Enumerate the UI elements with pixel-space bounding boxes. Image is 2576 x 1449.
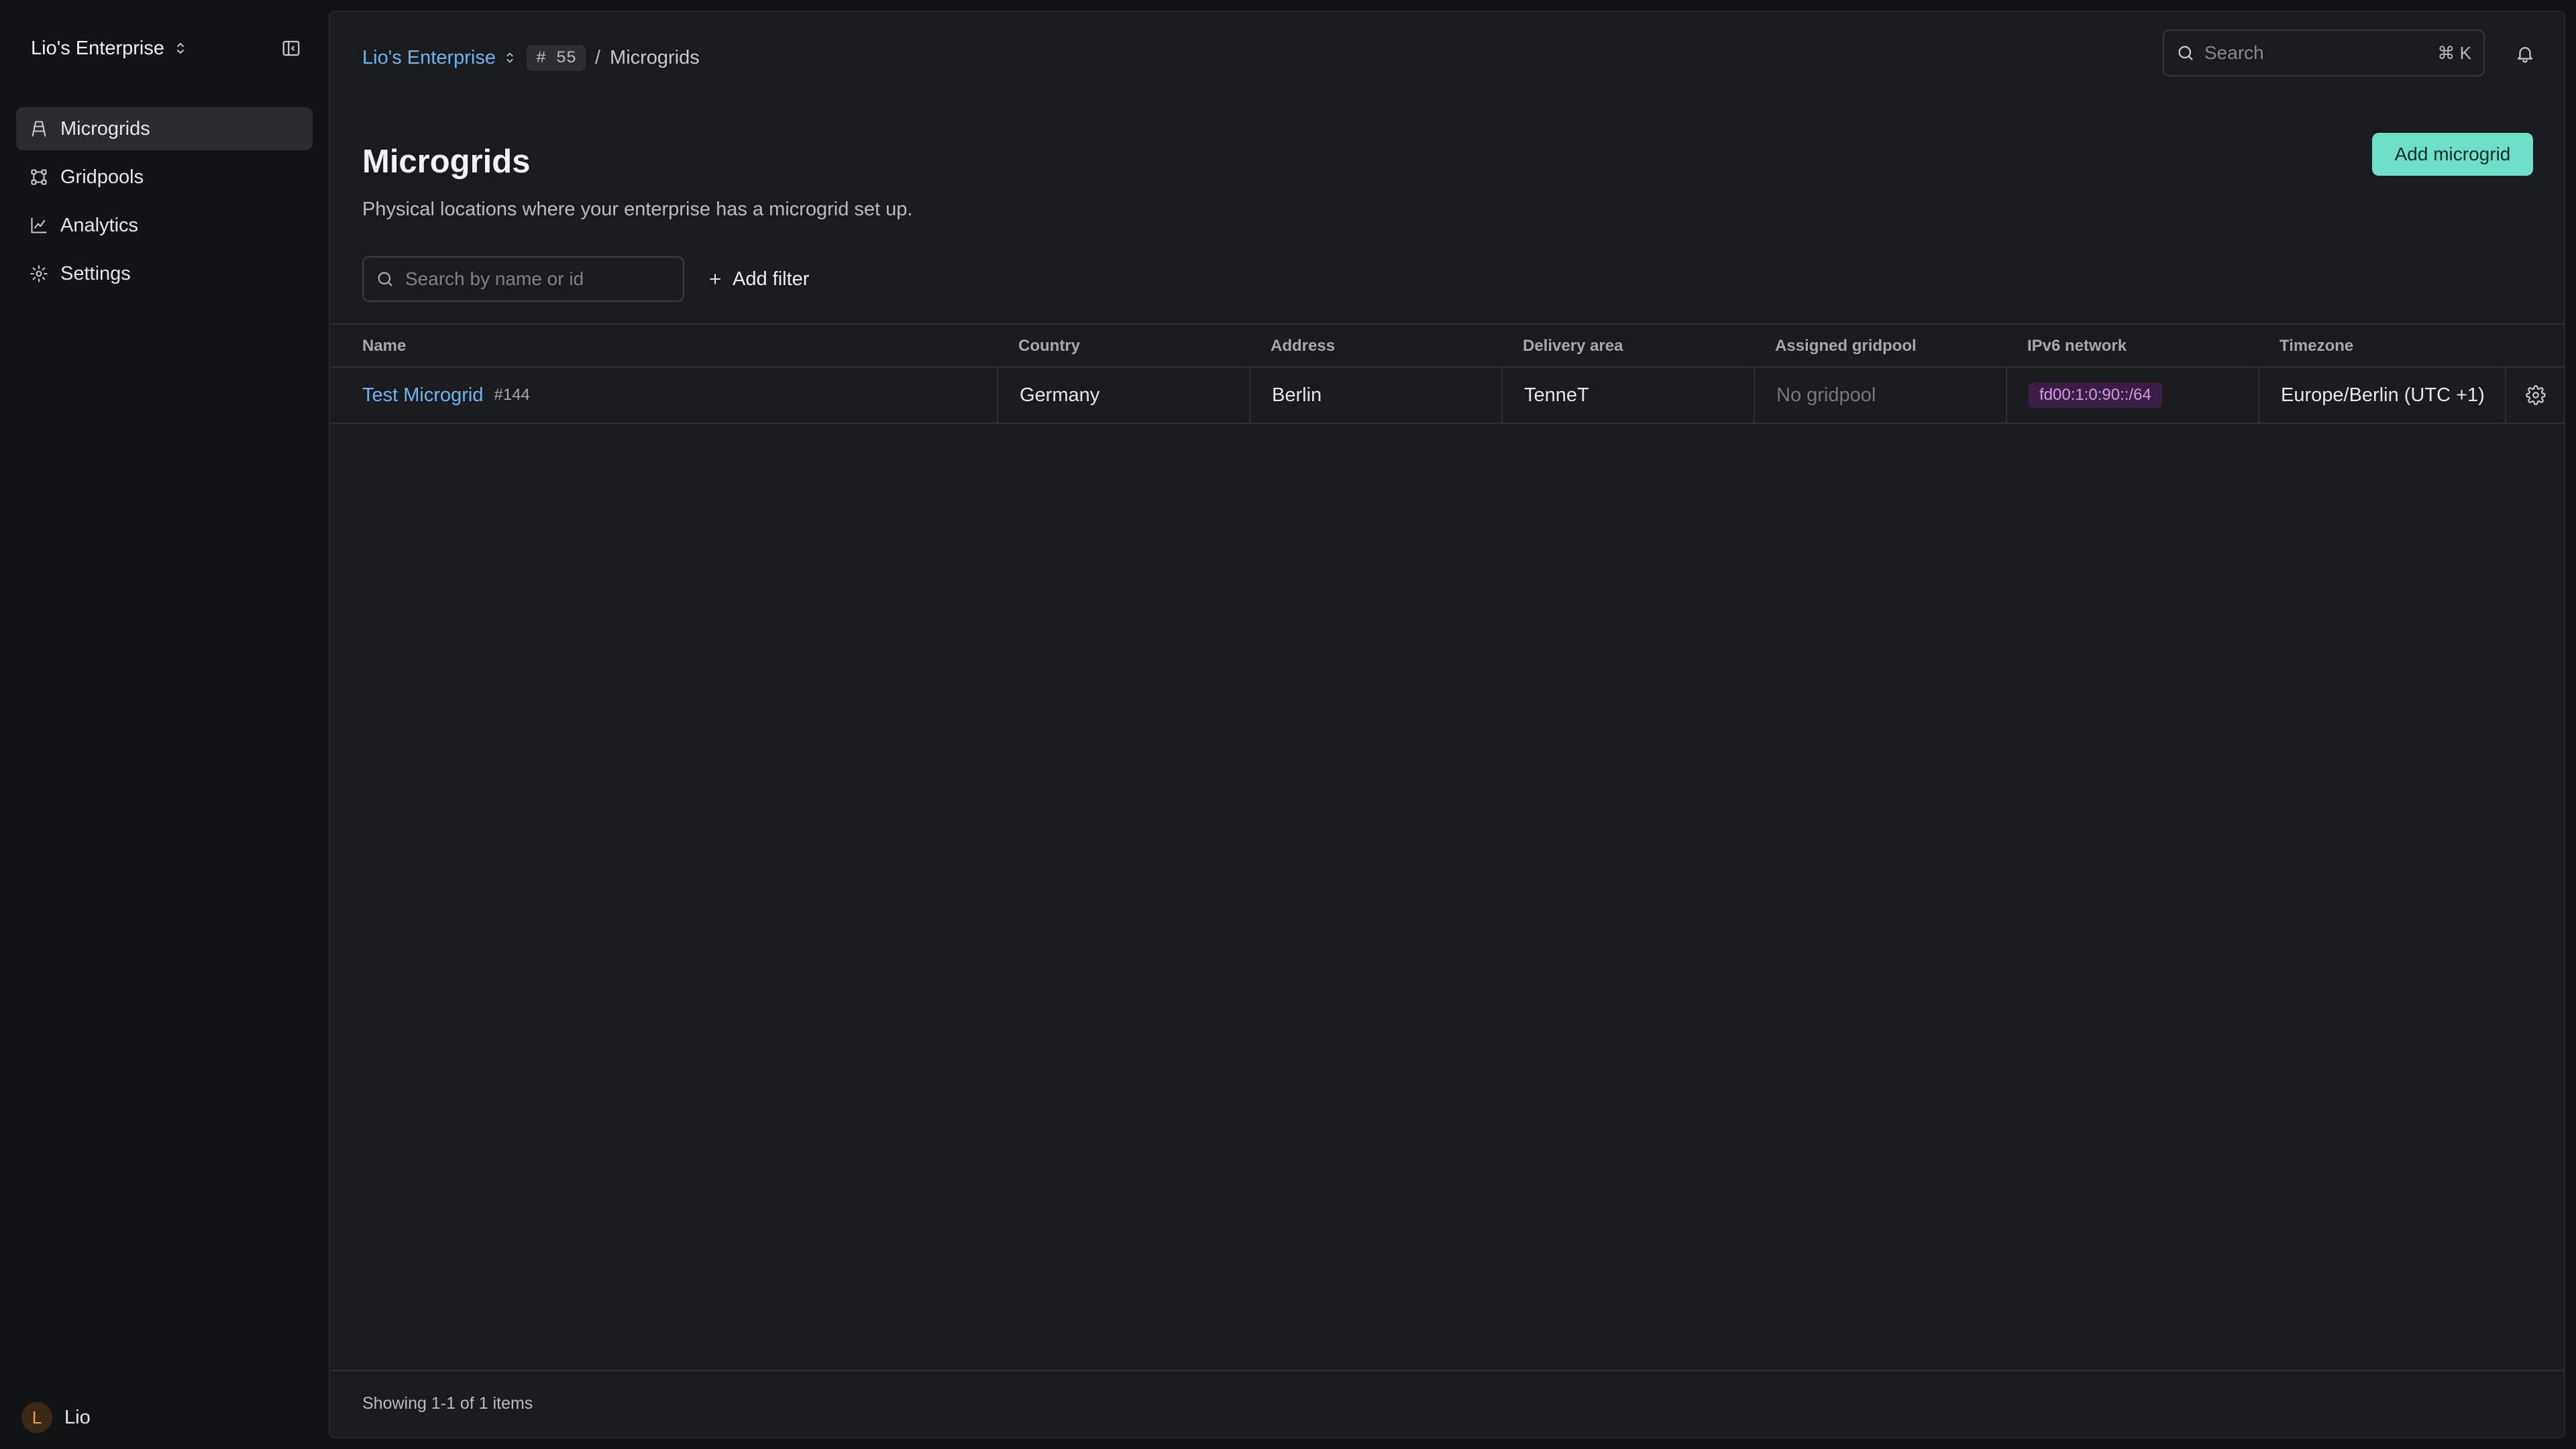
enterprise-switcher[interactable]: Lio's Enterprise — [31, 34, 189, 63]
column-header-country[interactable]: Country — [1018, 325, 1080, 368]
add-microgrid-button[interactable]: Add microgrid — [2372, 133, 2533, 176]
sidebar-item-label: Gridpools — [60, 166, 144, 188]
sidebar-item-settings[interactable]: Settings — [16, 252, 313, 295]
search-input[interactable] — [405, 268, 671, 290]
cell-address: Berlin — [1249, 368, 1501, 423]
search-icon — [378, 272, 392, 286]
gear-icon — [30, 265, 48, 282]
global-search[interactable]: Search ⌘ K — [2163, 30, 2485, 76]
sidebar-toggle-button[interactable] — [278, 35, 305, 62]
table-row: Test Microgrid #144 Germany Berlin Tenne… — [330, 368, 2564, 424]
enterprise-id-badge: # 55 — [526, 44, 586, 71]
column-header-timezone[interactable]: Timezone — [2279, 325, 2353, 368]
bell-icon — [2517, 47, 2533, 63]
microgrid-name-link[interactable]: Test Microgrid — [362, 384, 484, 407]
chevron-up-down-icon — [506, 52, 513, 63]
sidebar-item-label: Analytics — [60, 214, 139, 236]
add-filter-label: Add filter — [733, 268, 810, 290]
search-icon — [2178, 46, 2193, 60]
column-header-name[interactable]: Name — [362, 325, 406, 368]
breadcrumb-enterprise-link[interactable]: Lio's Enterprise — [362, 47, 517, 69]
main-panel: Lio's Enterprise # 55 / Microgrids Searc… — [329, 11, 2565, 1438]
avatar: L — [21, 1402, 52, 1433]
sidebar: Lio's Enterprise Microgrids Gridpools An… — [0, 0, 329, 1449]
sidebar-item-label: Microgrids — [60, 117, 150, 140]
cell-timezone: Europe/Berlin (UTC +1) — [2258, 368, 2505, 423]
gridpool-icon — [31, 169, 47, 185]
breadcrumb: Lio's Enterprise # 55 / Microgrids — [362, 40, 700, 75]
page-title: Microgrids — [362, 144, 531, 180]
cell-name: Test Microgrid #144 — [341, 368, 997, 423]
table-header: Name Country Address Delivery area Assig… — [330, 323, 2564, 368]
microgrid-id: #144 — [494, 386, 530, 404]
breadcrumb-separator: / — [594, 46, 601, 68]
chart-icon — [31, 217, 47, 233]
column-header-address[interactable]: Address — [1271, 325, 1335, 368]
breadcrumb-current[interactable]: Microgrids — [610, 47, 700, 69]
table-search — [362, 256, 684, 302]
enterprise-name: Lio's Enterprise — [31, 37, 164, 59]
app-root: Lio's Enterprise Microgrids Gridpools An… — [0, 0, 2576, 1449]
user-menu[interactable]: L Lio — [21, 1401, 91, 1434]
column-header-ipv6-network[interactable]: IPv6 network — [2027, 325, 2127, 368]
cell-delivery-area: TenneT — [1501, 368, 1754, 423]
ipv6-badge: fd00:1:0:90::/64 — [2029, 382, 2162, 408]
microgrids-table: Name Country Address Delivery area Assig… — [330, 323, 2564, 424]
sidebar-item-microgrids[interactable]: Microgrids — [16, 107, 313, 150]
plus-icon — [710, 274, 720, 284]
page-subtitle: Physical locations where your enterprise… — [362, 199, 913, 220]
global-search-placeholder: Search — [2204, 42, 2264, 63]
search-shortcut: ⌘ K — [2437, 42, 2471, 63]
notifications-button[interactable] — [2510, 39, 2540, 68]
cell-country: Germany — [997, 368, 1249, 423]
sidebar-item-analytics[interactable]: Analytics — [16, 204, 313, 247]
sidebar-item-gridpools[interactable]: Gridpools — [16, 156, 313, 199]
gear-icon — [2526, 385, 2546, 405]
sidebar-item-label: Settings — [60, 262, 131, 284]
sidebar-nav: Microgrids Gridpools Analytics Settings — [16, 107, 313, 301]
user-name: Lio — [64, 1406, 91, 1428]
cell-assigned-gridpool: No gridpool — [1754, 368, 2006, 423]
sidebar-collapse-icon — [282, 40, 300, 56]
breadcrumb-enterprise-label: Lio's Enterprise — [362, 46, 496, 68]
microgrid-icon — [32, 121, 46, 137]
column-header-delivery-area[interactable]: Delivery area — [1523, 325, 1623, 368]
row-settings-button[interactable] — [2521, 380, 2551, 410]
add-filter-button[interactable]: Add filter — [707, 263, 809, 295]
table-footer: Showing 1-1 of 1 items — [330, 1370, 2564, 1437]
chevron-up-down-icon — [176, 43, 184, 54]
pagination-summary: Showing 1-1 of 1 items — [362, 1394, 533, 1413]
cell-ipv6-network: fd00:1:0:90::/64 — [2006, 368, 2258, 423]
column-header-assigned-gridpool[interactable]: Assigned gridpool — [1775, 325, 1917, 368]
